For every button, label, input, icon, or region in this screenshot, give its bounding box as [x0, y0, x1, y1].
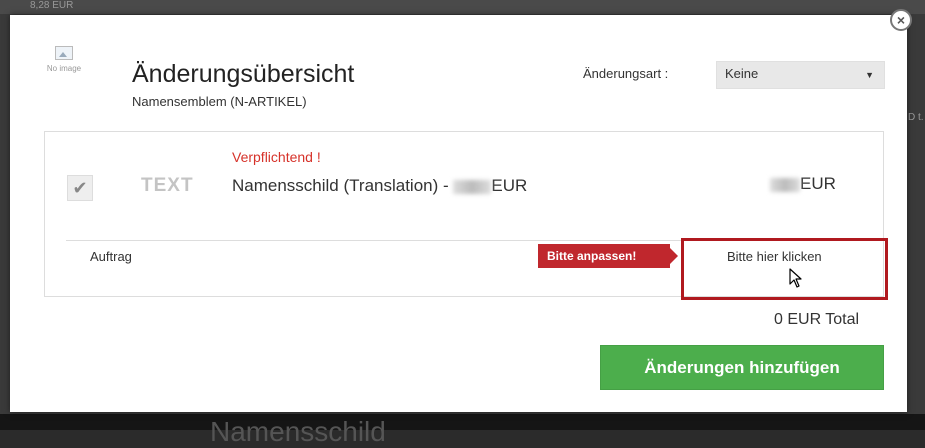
- item-name-suffix: EUR: [491, 176, 528, 195]
- adjust-warning-badge: Bitte anpassen!: [538, 244, 678, 268]
- item-price-suffix: EUR: [800, 174, 836, 193]
- change-type-value: Keine: [725, 66, 759, 81]
- background-right-text: D t.: [908, 112, 924, 123]
- click-here-text[interactable]: Bitte hier klicken: [727, 249, 822, 264]
- item-price: EUR: [770, 174, 836, 194]
- background-bottom-title: Namensschild: [210, 416, 386, 447]
- close-icon[interactable]: ×: [890, 9, 912, 31]
- thumbnail-label: No image: [46, 64, 82, 73]
- total-amount: 0 EUR Total: [774, 311, 860, 328]
- modal-title: Änderungsübersicht: [132, 60, 355, 88]
- change-type-select[interactable]: Keine ▼: [716, 61, 885, 89]
- background-price-text: 8,28 EUR: [30, 0, 74, 11]
- item-name-prefix: Namensschild (Translation) -: [232, 176, 454, 195]
- change-type-label: Änderungsart :: [583, 66, 669, 81]
- background-bottom-bar: [0, 414, 925, 430]
- redacted-price: [770, 177, 800, 192]
- mouse-pointer-icon: [789, 268, 802, 288]
- required-notice: Verpflichtend !: [232, 149, 321, 165]
- image-placeholder-icon: [55, 46, 73, 60]
- click-here-box[interactable]: [681, 238, 888, 300]
- item-checkbox[interactable]: ✔: [67, 175, 93, 201]
- redacted-price: [453, 179, 492, 194]
- background-top-strip: [0, 0, 925, 14]
- caret-down-icon: ▼: [865, 70, 874, 80]
- order-label: Auftrag: [90, 249, 132, 264]
- product-thumbnail: No image: [44, 46, 84, 82]
- check-icon: ✔: [72, 177, 88, 198]
- item-type-tag: TEXT: [141, 175, 194, 196]
- item-name: Namensschild (Translation) - EUR: [232, 176, 527, 196]
- add-changes-button[interactable]: Änderungen hinzufügen: [600, 345, 884, 390]
- modal-subtitle: Namensemblem (N-ARTIKEL): [132, 94, 307, 109]
